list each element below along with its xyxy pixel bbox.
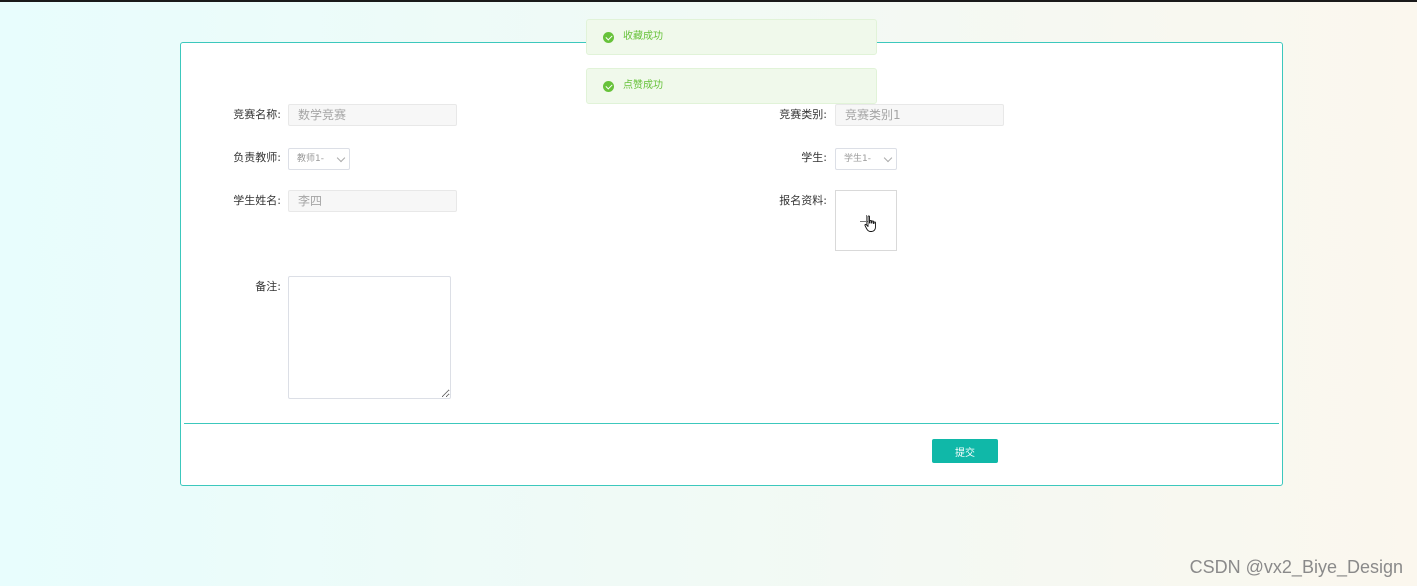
remarks-label: 备注: xyxy=(255,280,281,293)
competition-name-label: 竞赛名称: xyxy=(233,108,281,121)
check-circle-icon xyxy=(603,32,614,43)
materials-label: 报名资料: xyxy=(779,194,827,207)
watermark: CSDN @vx2_Biye_Design xyxy=(1189,557,1403,577)
hand-cursor-icon xyxy=(864,215,876,232)
student-select-value: 学生1- xyxy=(844,154,871,164)
student-name-field[interactable]: 李四 xyxy=(288,190,457,212)
remarks-textarea[interactable] xyxy=(288,276,451,399)
student-label: 学生: xyxy=(801,151,827,164)
registration-form-panel: 竞赛名称: 数学竞赛 竞赛类别: 竞赛类别1 负责教师: 教师1- 学生: 学生… xyxy=(180,42,1283,486)
chevron-down-icon xyxy=(336,153,346,163)
form-divider xyxy=(184,423,1279,424)
chevron-down-icon xyxy=(883,153,893,163)
competition-category-field[interactable]: 竞赛类别1 xyxy=(835,104,1004,126)
student-name-label: 学生姓名: xyxy=(233,194,281,207)
favorite-success-toast: 收藏成功 xyxy=(586,19,877,55)
check-circle-icon xyxy=(603,81,614,92)
top-edge-bar xyxy=(0,0,1417,2)
submit-button[interactable]: 提交 xyxy=(932,439,998,463)
materials-upload[interactable] xyxy=(835,190,897,251)
like-success-toast: 点赞成功 xyxy=(586,68,877,104)
teacher-select-value: 教师1- xyxy=(297,154,324,164)
toast-message: 点赞成功 xyxy=(623,80,663,91)
competition-category-label: 竞赛类别: xyxy=(779,108,827,121)
student-select[interactable]: 学生1- xyxy=(835,148,897,170)
teacher-label: 负责教师: xyxy=(233,151,281,164)
competition-name-field[interactable]: 数学竞赛 xyxy=(288,104,457,126)
teacher-select[interactable]: 教师1- xyxy=(288,148,350,170)
toast-message: 收藏成功 xyxy=(623,31,663,42)
